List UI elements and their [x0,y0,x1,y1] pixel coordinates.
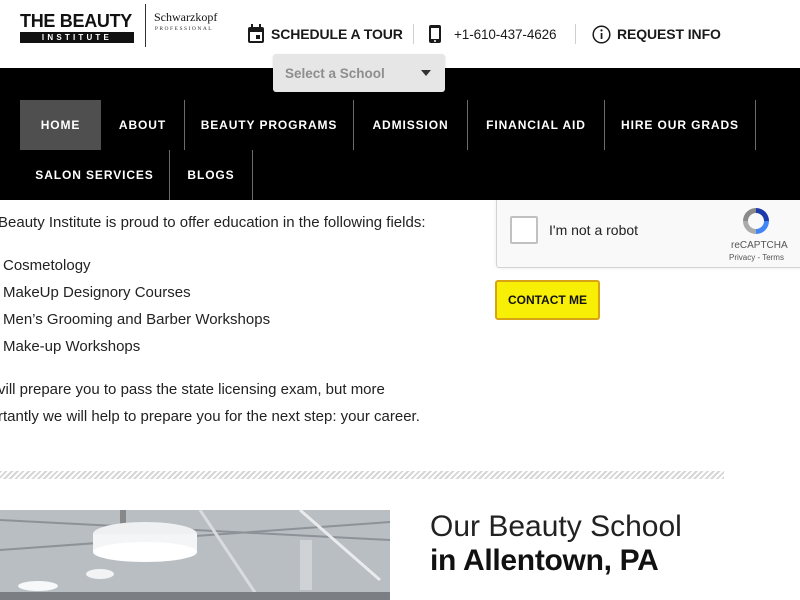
location-heading: Our Beauty School in Allentown, PA [430,510,682,578]
calendar-icon [247,24,265,44]
nav-separator [252,150,253,200]
logo-line1: THE BEAUTY [20,11,133,31]
logo-line2: INSTITUTE [20,32,134,43]
section-divider [0,471,724,479]
info-icon [592,24,611,44]
partner-sub: PROFESSIONAL [154,26,214,32]
location-title-line2: in Allentown, PA [430,544,659,577]
schwarzkopf-logo: Schwarzkopf PROFESSIONAL [154,9,218,41]
school-interior-photo [0,510,390,600]
beauty-institute-logo[interactable]: THE BEAUTY INSTITUTE [20,12,134,44]
school-select-dropdown[interactable]: Select a School [273,54,445,92]
request-info-link[interactable]: REQUEST INFO [592,22,721,46]
nav-financial-aid[interactable]: FINANCIAL AID [468,100,604,150]
closing-text-line2: rtantly we will help to prepare you for … [0,408,420,425]
recaptcha-brand: reCAPTCHA [731,240,788,251]
phone-number: +1-610-437-4626 [454,26,557,42]
nav-admission[interactable]: ADMISSION [354,100,467,150]
caret-down-icon [421,70,431,76]
recaptcha-widget: I'm not a robot reCAPTCHA Privacy - Term… [496,198,800,268]
recaptcha-privacy-terms[interactable]: Privacy - Terms [729,253,784,262]
partner-name: Schwarzkopf [154,10,218,24]
location-title-line1: Our Beauty School [430,510,682,543]
phone-link[interactable]: +1-610-437-4626 [428,22,557,46]
program-item: Cosmetology [3,257,91,274]
recaptcha-label: I'm not a robot [549,222,639,238]
recaptcha-checkbox[interactable] [510,216,538,244]
nav-separator [755,100,756,150]
header-separator [413,24,414,44]
nav-hire-our-grads[interactable]: HIRE OUR GRADS [605,100,755,150]
schedule-tour-link[interactable]: SCHEDULE A TOUR [247,22,403,46]
nav-home[interactable]: HOME [20,100,101,150]
closing-text-line1: vill prepare you to pass the state licen… [0,381,385,398]
nav-about[interactable]: ABOUT [101,100,184,150]
program-item: MakeUp Designory Courses [3,284,191,301]
nav-blogs[interactable]: BLOGS [170,150,252,200]
contact-me-button[interactable]: CONTACT ME [495,280,600,320]
school-select-placeholder: Select a School [285,65,385,81]
request-info-label: REQUEST INFO [617,26,721,42]
header-separator [575,24,576,44]
nav-salon-services[interactable]: SALON SERVICES [20,150,169,200]
phone-icon [428,24,442,44]
programs-intro: Beauty Institute is proud to offer educa… [0,214,426,231]
program-item: Men’s Grooming and Barber Workshops [3,311,271,328]
schedule-tour-label: SCHEDULE A TOUR [271,26,403,42]
program-item: Make-up Workshops [3,338,141,355]
recaptcha-logo-icon [740,205,772,242]
nav-beauty-programs[interactable]: BEAUTY PROGRAMS [185,100,353,150]
logo-divider [145,4,146,47]
